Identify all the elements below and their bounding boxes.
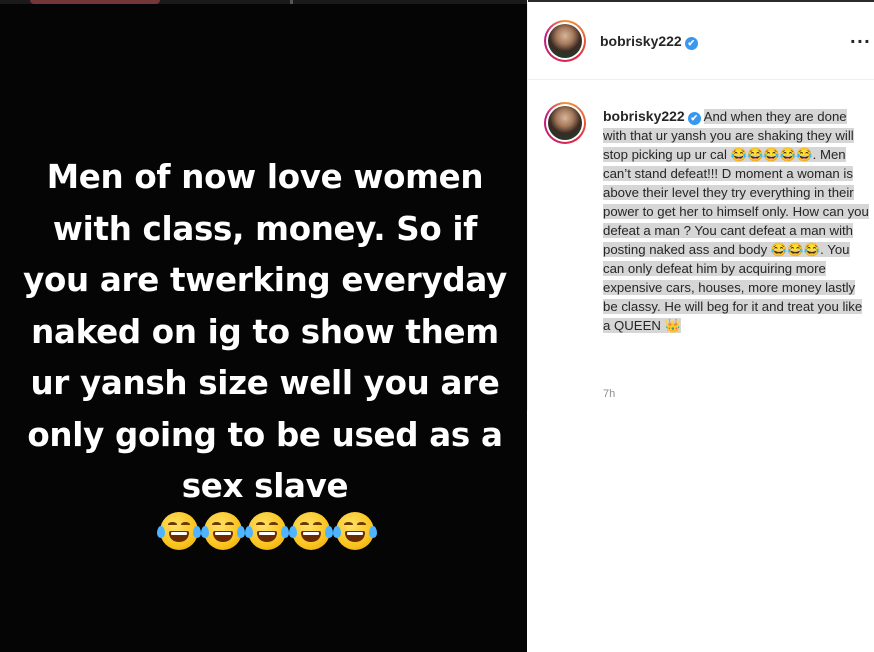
caption-body: bobrisky222 ✔ And when they are done with… [603,107,871,335]
blank-area [527,410,874,652]
post-header: bobrisky222 ✔ ··· [528,2,874,80]
caption-username: bobrisky222 [603,108,685,124]
caption-author-avatar[interactable] [544,102,586,144]
verified-badge-icon: ✔ [684,37,698,50]
tears-of-joy-emoji-icon [333,512,377,550]
more-options-button[interactable]: ··· [850,32,871,51]
avatar-photo [548,24,582,58]
post-timestamp[interactable]: 7h [603,388,615,400]
previous-post-strip [0,0,527,4]
caption-username-link[interactable]: bobrisky222 ✔ [603,108,701,125]
author-avatar[interactable] [544,20,586,62]
post-side-panel: bobrisky222 ✔ ··· bobrisky222 ✔ And when t… [527,0,874,410]
author-username: bobrisky222 [600,33,682,49]
caption-text: And when they are done with that ur yans… [603,109,869,333]
post-image-emoji-row [152,512,382,556]
verified-badge-icon: ✔ [687,112,701,125]
tears-of-joy-emoji-icon [245,512,289,550]
tears-of-joy-emoji-icon [201,512,245,550]
avatar-photo [548,106,582,140]
post-image[interactable]: Men of now love women with class, money.… [0,0,527,652]
tears-of-joy-emoji-icon [289,512,333,550]
tears-of-joy-emoji-icon [157,512,201,550]
author-username-link[interactable]: bobrisky222 ✔ [600,33,698,50]
post-image-text: Men of now love women with class, money.… [23,158,507,505]
